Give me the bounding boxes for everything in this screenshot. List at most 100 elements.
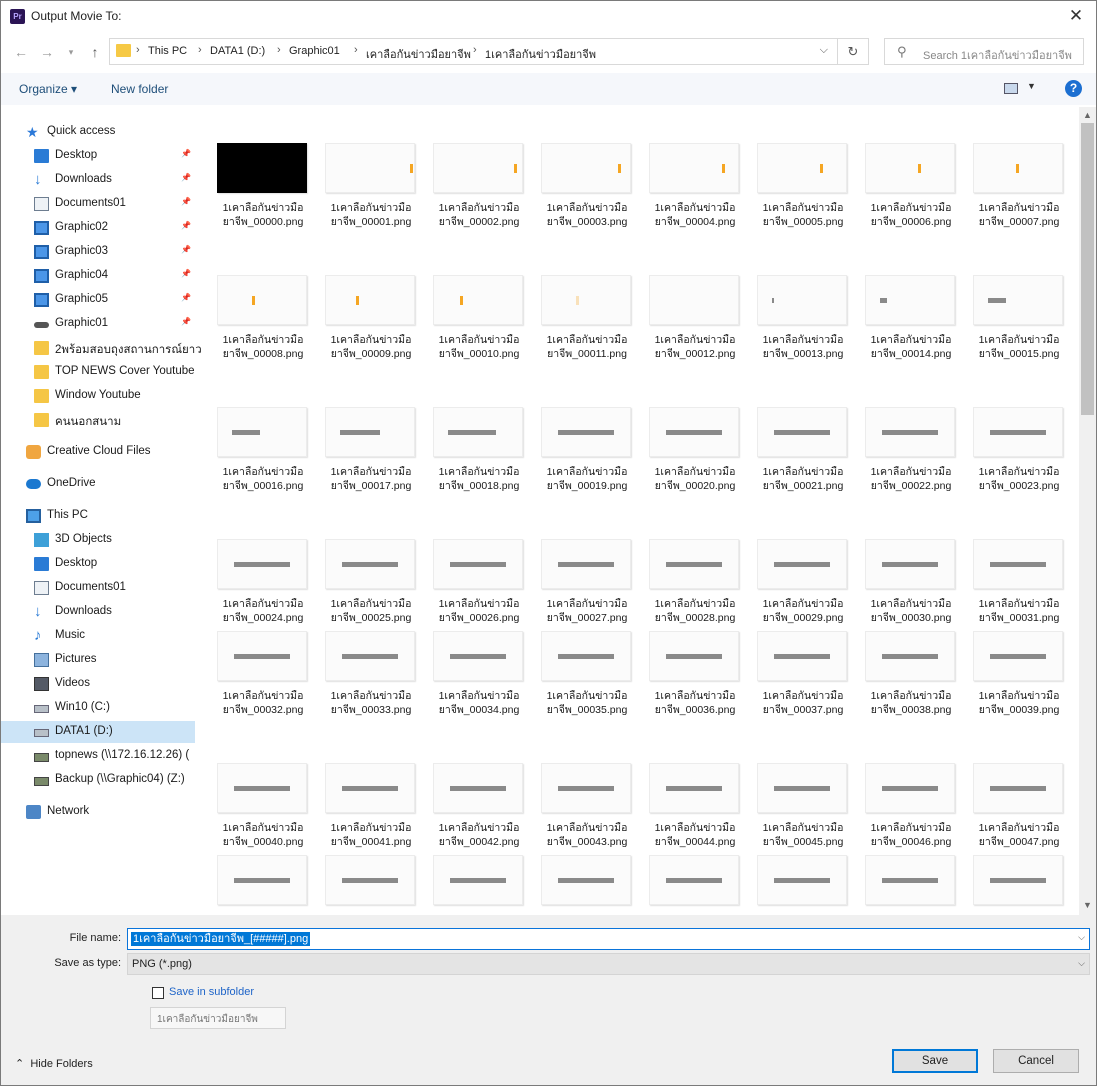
file-item[interactable]: 1เคาลือกันข่าวมือ ยาจีพ_00000.png xyxy=(201,113,307,228)
file-item[interactable]: 1เคาลือกันข่าวมือ ยาจีพ_00014.png xyxy=(849,235,955,360)
file-item[interactable]: 1เคาลือกันข่าวมือ ยาจีพ_00033.png xyxy=(309,591,415,716)
file-item[interactable]: 1เคาลือกันข่าวมือ ยาจีพ_00006.png xyxy=(849,113,955,228)
sidebar-item[interactable]: Graphic03 📌 xyxy=(1,241,195,263)
file-item[interactable]: 1เคาลือกันข่าวมือ ยาจีพ_00019.png xyxy=(525,367,631,492)
breadcrumb-data1[interactable]: DATA1 (D:) xyxy=(210,45,265,57)
file-item[interactable]: 1เคาลือกันข่าวมือ ยาจีพ_00013.png xyxy=(741,235,847,360)
sidebar-item[interactable]: คนนอกสนาม xyxy=(1,409,195,431)
file-item[interactable]: 1เคาลือกันข่าวมือ ยาจีพ_00026.png xyxy=(417,499,523,624)
view-mode-icon[interactable] xyxy=(1004,83,1018,94)
file-item[interactable]: 1เคาลือกันข่าวมือ ยาจีพ_00005.png xyxy=(741,113,847,228)
file-item[interactable]: 1เคาลือกันข่าวมือ ยาจีพ_00043.png xyxy=(525,723,631,848)
file-item[interactable]: 1เคาลือกันข่าวมือ ยาจีพ_00023.png xyxy=(957,367,1063,492)
file-item[interactable]: 1เคาลือกันข่าวมือ ยาจีพ_00030.png xyxy=(849,499,955,624)
chevron-down-icon[interactable]: ⌵ xyxy=(1078,932,1085,943)
file-item[interactable] xyxy=(525,815,631,913)
sidebar-item[interactable]: TOP NEWS Cover Youtube xyxy=(1,361,195,383)
breadcrumb-current[interactable]: 1เคาลือกันข่าวมือยาจีพ xyxy=(485,45,596,63)
scroll-up-icon[interactable]: ▲ xyxy=(1083,110,1092,120)
hide-folders-button[interactable]: ⌃ Hide Folders xyxy=(15,1057,93,1070)
file-item[interactable]: 1เคาลือกันข่าวมือ ยาจีพ_00047.png xyxy=(957,723,1063,848)
sidebar-item[interactable]: ↓ Downloads xyxy=(1,601,195,623)
sidebar-item[interactable]: 2พร้อมสอบถุงสถานการณ์ยาว xyxy=(1,337,202,359)
file-item[interactable]: 1เคาลือกันข่าวมือ ยาจีพ_00017.png xyxy=(309,367,415,492)
file-item[interactable]: 1เคาลือกันข่าวมือ ยาจีพ_00016.png xyxy=(201,367,307,492)
breadcrumb-this-pc[interactable]: This PC xyxy=(148,45,187,57)
file-name-input[interactable]: 1เคาลือกันข่าวมือยาจีพ_[#####].png ⌵ xyxy=(127,928,1090,950)
file-item[interactable]: 1เคาลือกันข่าวมือ ยาจีพ_00010.png xyxy=(417,235,523,360)
file-item[interactable]: 1เคาลือกันข่าวมือ ยาจีพ_00042.png xyxy=(417,723,523,848)
sidebar-item[interactable]: Videos xyxy=(1,673,195,695)
up-arrow-icon[interactable]: ↑ xyxy=(85,41,105,63)
file-item[interactable] xyxy=(201,815,307,913)
sidebar-item[interactable]: Documents01 xyxy=(1,577,195,599)
file-item[interactable] xyxy=(849,815,955,913)
sidebar-item[interactable]: 3D Objects xyxy=(1,529,195,551)
sidebar-item[interactable]: Graphic01 📌 xyxy=(1,313,195,335)
file-item[interactable] xyxy=(741,815,847,913)
file-item[interactable]: 1เคาลือกันข่าวมือ ยาจีพ_00028.png xyxy=(633,499,739,624)
sidebar-item[interactable]: This PC xyxy=(1,505,195,527)
sidebar-item[interactable]: DATA1 (D:) xyxy=(1,721,195,743)
file-item[interactable] xyxy=(417,815,523,913)
file-item[interactable]: 1เคาลือกันข่าวมือ ยาจีพ_00025.png xyxy=(309,499,415,624)
sidebar-item[interactable]: Desktop 📌 xyxy=(1,145,195,167)
search-input[interactable]: ⚲ Search 1เคาลือกันข่าวมือยาจีพ xyxy=(884,38,1084,65)
file-item[interactable]: 1เคาลือกันข่าวมือ ยาจีพ_00045.png xyxy=(741,723,847,848)
sidebar-item[interactable]: Creative Cloud Files xyxy=(1,441,195,463)
subfolder-name-input[interactable]: 1เคาลือกันข่าวมือยาจีพ xyxy=(150,1007,286,1029)
file-item[interactable]: 1เคาลือกันข่าวมือ ยาจีพ_00044.png xyxy=(633,723,739,848)
new-folder-button[interactable]: New folder xyxy=(111,82,168,96)
file-item[interactable]: 1เคาลือกันข่าวมือ ยาจีพ_00015.png xyxy=(957,235,1063,360)
file-item[interactable]: 1เคาลือกันข่าวมือ ยาจีพ_00004.png xyxy=(633,113,739,228)
file-item[interactable]: 1เคาลือกันข่าวมือ ยาจีพ_00003.png xyxy=(525,113,631,228)
recent-dropdown-icon[interactable]: ▾ xyxy=(61,41,81,63)
sidebar-item[interactable]: Desktop xyxy=(1,553,195,575)
file-item[interactable]: 1เคาลือกันข่าวมือ ยาจีพ_00002.png xyxy=(417,113,523,228)
sidebar-item[interactable]: Graphic02 📌 xyxy=(1,217,195,239)
file-item[interactable]: 1เคาลือกันข่าวมือ ยาจีพ_00029.png xyxy=(741,499,847,624)
sidebar-item[interactable]: ★ Quick access xyxy=(1,121,195,143)
sidebar-item[interactable]: Documents01 📌 xyxy=(1,193,195,215)
refresh-icon[interactable]: ↻ xyxy=(837,39,868,64)
close-icon[interactable]: ✕ xyxy=(1064,5,1088,27)
file-item[interactable]: 1เคาลือกันข่าวมือ ยาจีพ_00020.png xyxy=(633,367,739,492)
scroll-down-icon[interactable]: ▼ xyxy=(1083,900,1092,910)
save-in-subfolder-checkbox[interactable] xyxy=(152,987,164,999)
file-item[interactable]: 1เคาลือกันข่าวมือ ยาจีพ_00024.png xyxy=(201,499,307,624)
sidebar-item[interactable]: OneDrive xyxy=(1,473,195,495)
help-icon[interactable]: ? xyxy=(1065,80,1082,97)
file-item[interactable]: 1เคาลือกันข่าวมือ ยาจีพ_00008.png xyxy=(201,235,307,360)
file-item[interactable]: 1เคาลือกันข่าวมือ ยาจีพ_00037.png xyxy=(741,591,847,716)
file-item[interactable]: 1เคาลือกันข่าวมือ ยาจีพ_00038.png xyxy=(849,591,955,716)
file-item[interactable]: 1เคาลือกันข่าวมือ ยาจีพ_00035.png xyxy=(525,591,631,716)
file-item[interactable]: 1เคาลือกันข่าวมือ ยาจีพ_00009.png xyxy=(309,235,415,360)
file-item[interactable]: 1เคาลือกันข่าวมือ ยาจีพ_00046.png xyxy=(849,723,955,848)
breadcrumb-folder[interactable]: เคาลือกันข่าวมือยาจีพ xyxy=(366,45,471,63)
chevron-down-icon[interactable]: ▼ xyxy=(1027,81,1036,91)
save-button[interactable]: Save xyxy=(892,1049,978,1073)
file-item[interactable]: 1เคาลือกันข่าวมือ ยาจีพ_00040.png xyxy=(201,723,307,848)
sidebar-item[interactable]: Backup (\\Graphic04) (Z:) xyxy=(1,769,195,791)
file-item[interactable] xyxy=(633,815,739,913)
save-type-select[interactable]: PNG (*.png) ⌵ xyxy=(127,953,1090,975)
file-item[interactable] xyxy=(957,815,1063,913)
file-item[interactable]: 1เคาลือกันข่าวมือ ยาจีพ_00001.png xyxy=(309,113,415,228)
sidebar-item[interactable]: Window Youtube xyxy=(1,385,195,407)
file-item[interactable]: 1เคาลือกันข่าวมือ ยาจีพ_00032.png xyxy=(201,591,307,716)
file-item[interactable]: 1เคาลือกันข่าวมือ ยาจีพ_00036.png xyxy=(633,591,739,716)
sidebar-item[interactable]: ♪ Music xyxy=(1,625,195,647)
forward-arrow-icon[interactable]: → xyxy=(37,41,57,63)
file-item[interactable]: 1เคาลือกันข่าวมือ ยาจีพ_00018.png xyxy=(417,367,523,492)
save-in-subfolder-label[interactable]: Save in subfolder xyxy=(169,986,254,998)
sidebar-item[interactable]: ↓ Downloads 📌 xyxy=(1,169,195,191)
file-item[interactable]: 1เคาลือกันข่าวมือ ยาจีพ_00007.png xyxy=(957,113,1063,228)
back-arrow-icon[interactable]: ← xyxy=(11,41,31,63)
sidebar-item[interactable]: Win10 (C:) xyxy=(1,697,195,719)
file-item[interactable]: 1เคาลือกันข่าวมือ ยาจีพ_00012.png xyxy=(633,235,739,360)
file-item[interactable]: 1เคาลือกันข่าวมือ ยาจีพ_00021.png xyxy=(741,367,847,492)
sidebar-item[interactable]: Network xyxy=(1,801,195,823)
file-item[interactable]: 1เคาลือกันข่าวมือ ยาจีพ_00011.png xyxy=(525,235,631,360)
file-item[interactable]: 1เคาลือกันข่าวมือ ยาจีพ_00034.png xyxy=(417,591,523,716)
scrollbar-thumb[interactable] xyxy=(1081,123,1094,415)
